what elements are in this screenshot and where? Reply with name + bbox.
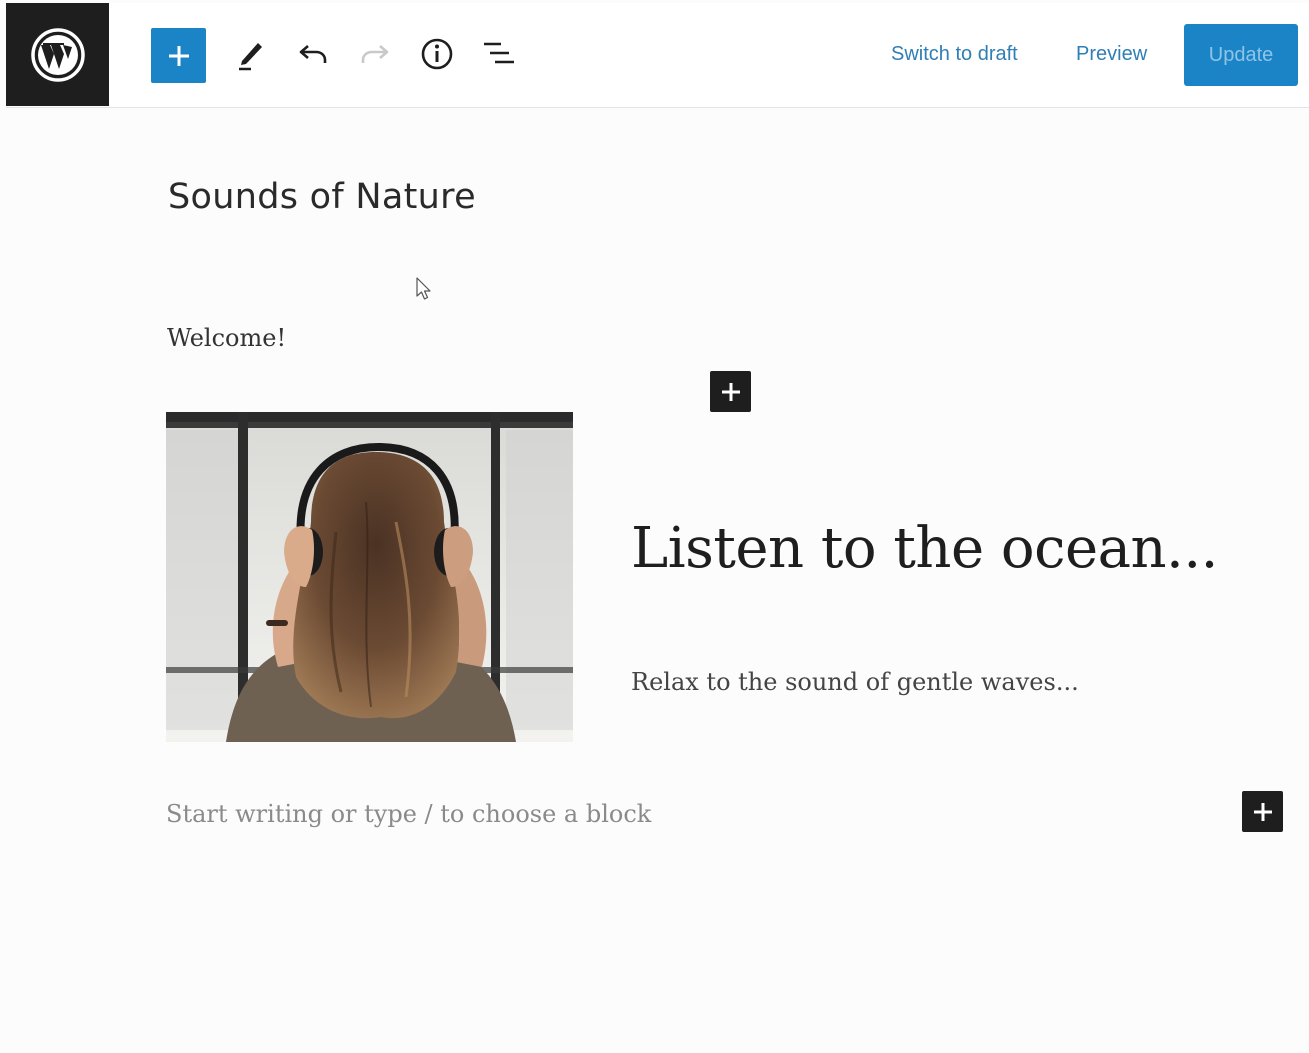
info-icon — [421, 38, 453, 70]
plus-icon — [168, 45, 189, 66]
media-text-heading[interactable]: Listen to the ocean... — [631, 516, 1218, 581]
tools-button[interactable] — [232, 36, 268, 72]
woman-headphones-image — [166, 412, 573, 742]
empty-block-placeholder[interactable]: Start writing or type / to choose a bloc… — [166, 800, 651, 828]
undo-button[interactable] — [295, 36, 331, 72]
list-view-button[interactable] — [481, 36, 517, 72]
update-button[interactable]: Update — [1184, 24, 1298, 86]
post-title[interactable]: Sounds of Nature — [168, 177, 476, 217]
plus-icon — [1253, 802, 1272, 821]
inline-add-block-button[interactable] — [710, 371, 751, 412]
editor-header: Switch to draft Preview Update — [6, 3, 1309, 108]
details-button[interactable] — [419, 36, 455, 72]
plus-icon — [721, 382, 740, 401]
end-add-block-button[interactable] — [1242, 791, 1283, 832]
pencil-icon — [239, 43, 262, 71]
mouse-pointer-icon — [415, 276, 433, 307]
editor-page: Switch to draft Preview Update Sounds of… — [0, 0, 1309, 1053]
media-image[interactable] — [166, 412, 573, 742]
paragraph-block-welcome[interactable]: Welcome! — [167, 324, 286, 352]
media-text-paragraph[interactable]: Relax to the sound of gentle waves... — [631, 668, 1079, 696]
add-block-button[interactable] — [151, 28, 206, 83]
switch-to-draft-button[interactable]: Switch to draft — [891, 43, 1018, 66]
list-view-icon — [484, 42, 514, 64]
undo-icon — [299, 45, 327, 63]
redo-icon — [361, 45, 389, 63]
redo-button[interactable] — [357, 36, 393, 72]
wordpress-logo-icon[interactable] — [6, 3, 109, 106]
preview-button[interactable]: Preview — [1076, 43, 1147, 66]
